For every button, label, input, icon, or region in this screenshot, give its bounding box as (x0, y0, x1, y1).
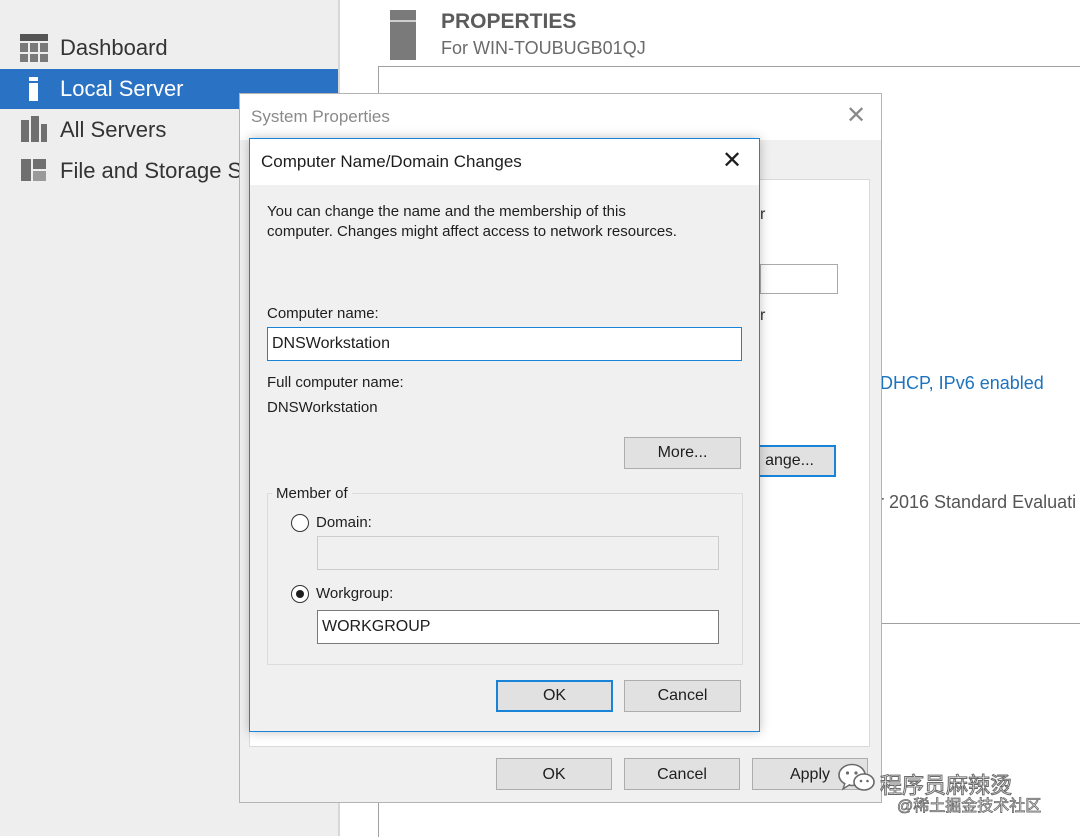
server-icon (390, 10, 416, 60)
sidebar-item-label: Local Server (60, 76, 184, 101)
cancel-button[interactable]: Cancel (624, 758, 740, 790)
cancel-button[interactable]: Cancel (624, 680, 741, 712)
domain-label: Domain: (316, 514, 372, 531)
computer-name-label: Computer name: (267, 305, 379, 322)
ok-button[interactable]: OK (496, 758, 612, 790)
sidebar-item-dashboard[interactable]: Dashboard (0, 28, 338, 68)
properties-subtitle: For WIN-TOUBUGB01QJ (441, 38, 646, 58)
watermark-subtext: @稀土掘金技术社区 (897, 798, 1042, 816)
os-version-text: r 2016 Standard Evaluati (878, 492, 1077, 512)
domain-radio[interactable] (291, 514, 309, 532)
close-icon[interactable]: ✕ (720, 149, 744, 173)
sidebar-item-label: Dashboard (60, 35, 168, 60)
computer-name-dialog: Computer Name/Domain Changes ✕ You can c… (249, 138, 760, 732)
local-server-icon (20, 75, 48, 103)
system-properties-titlebar: System Properties ✕ (240, 94, 881, 140)
domain-input[interactable] (317, 536, 719, 570)
ok-button[interactable]: OK (496, 680, 613, 712)
sidebar-item-label: All Servers (60, 117, 167, 142)
computer-description-field[interactable] (760, 264, 838, 294)
workgroup-radio[interactable] (291, 585, 309, 603)
system-properties-title: System Properties (251, 107, 390, 126)
member-of-label: Member of (272, 485, 352, 502)
label-fragment: r (760, 206, 766, 223)
sidebar-item-label: File and Storage Se (60, 158, 255, 183)
workgroup-label: Workgroup: (316, 585, 394, 602)
dialog-title: Computer Name/Domain Changes (261, 152, 522, 171)
dialog-titlebar: Computer Name/Domain Changes ✕ (250, 139, 759, 185)
all-servers-icon (20, 116, 48, 144)
full-computer-name-label: Full computer name: (267, 374, 404, 391)
dialog-description-line2: computer. Changes might affect access to… (267, 223, 677, 240)
computer-name-input[interactable] (267, 327, 742, 361)
more-button[interactable]: More... (624, 437, 741, 469)
properties-title: PROPERTIES (441, 10, 577, 33)
workgroup-input[interactable] (317, 610, 719, 644)
close-icon[interactable]: ✕ (844, 104, 868, 128)
section-divider (880, 623, 1080, 624)
dialog-description-line1: You can change the name and the membersh… (267, 203, 626, 220)
file-storage-icon (20, 157, 48, 185)
full-computer-name-value: DNSWorkstation (267, 399, 378, 416)
network-adapter-link[interactable]: DHCP, IPv6 enabled (880, 373, 1044, 394)
wechat-logo-icon (838, 763, 875, 791)
dashboard-icon (20, 34, 48, 62)
label-fragment: r (760, 307, 766, 324)
